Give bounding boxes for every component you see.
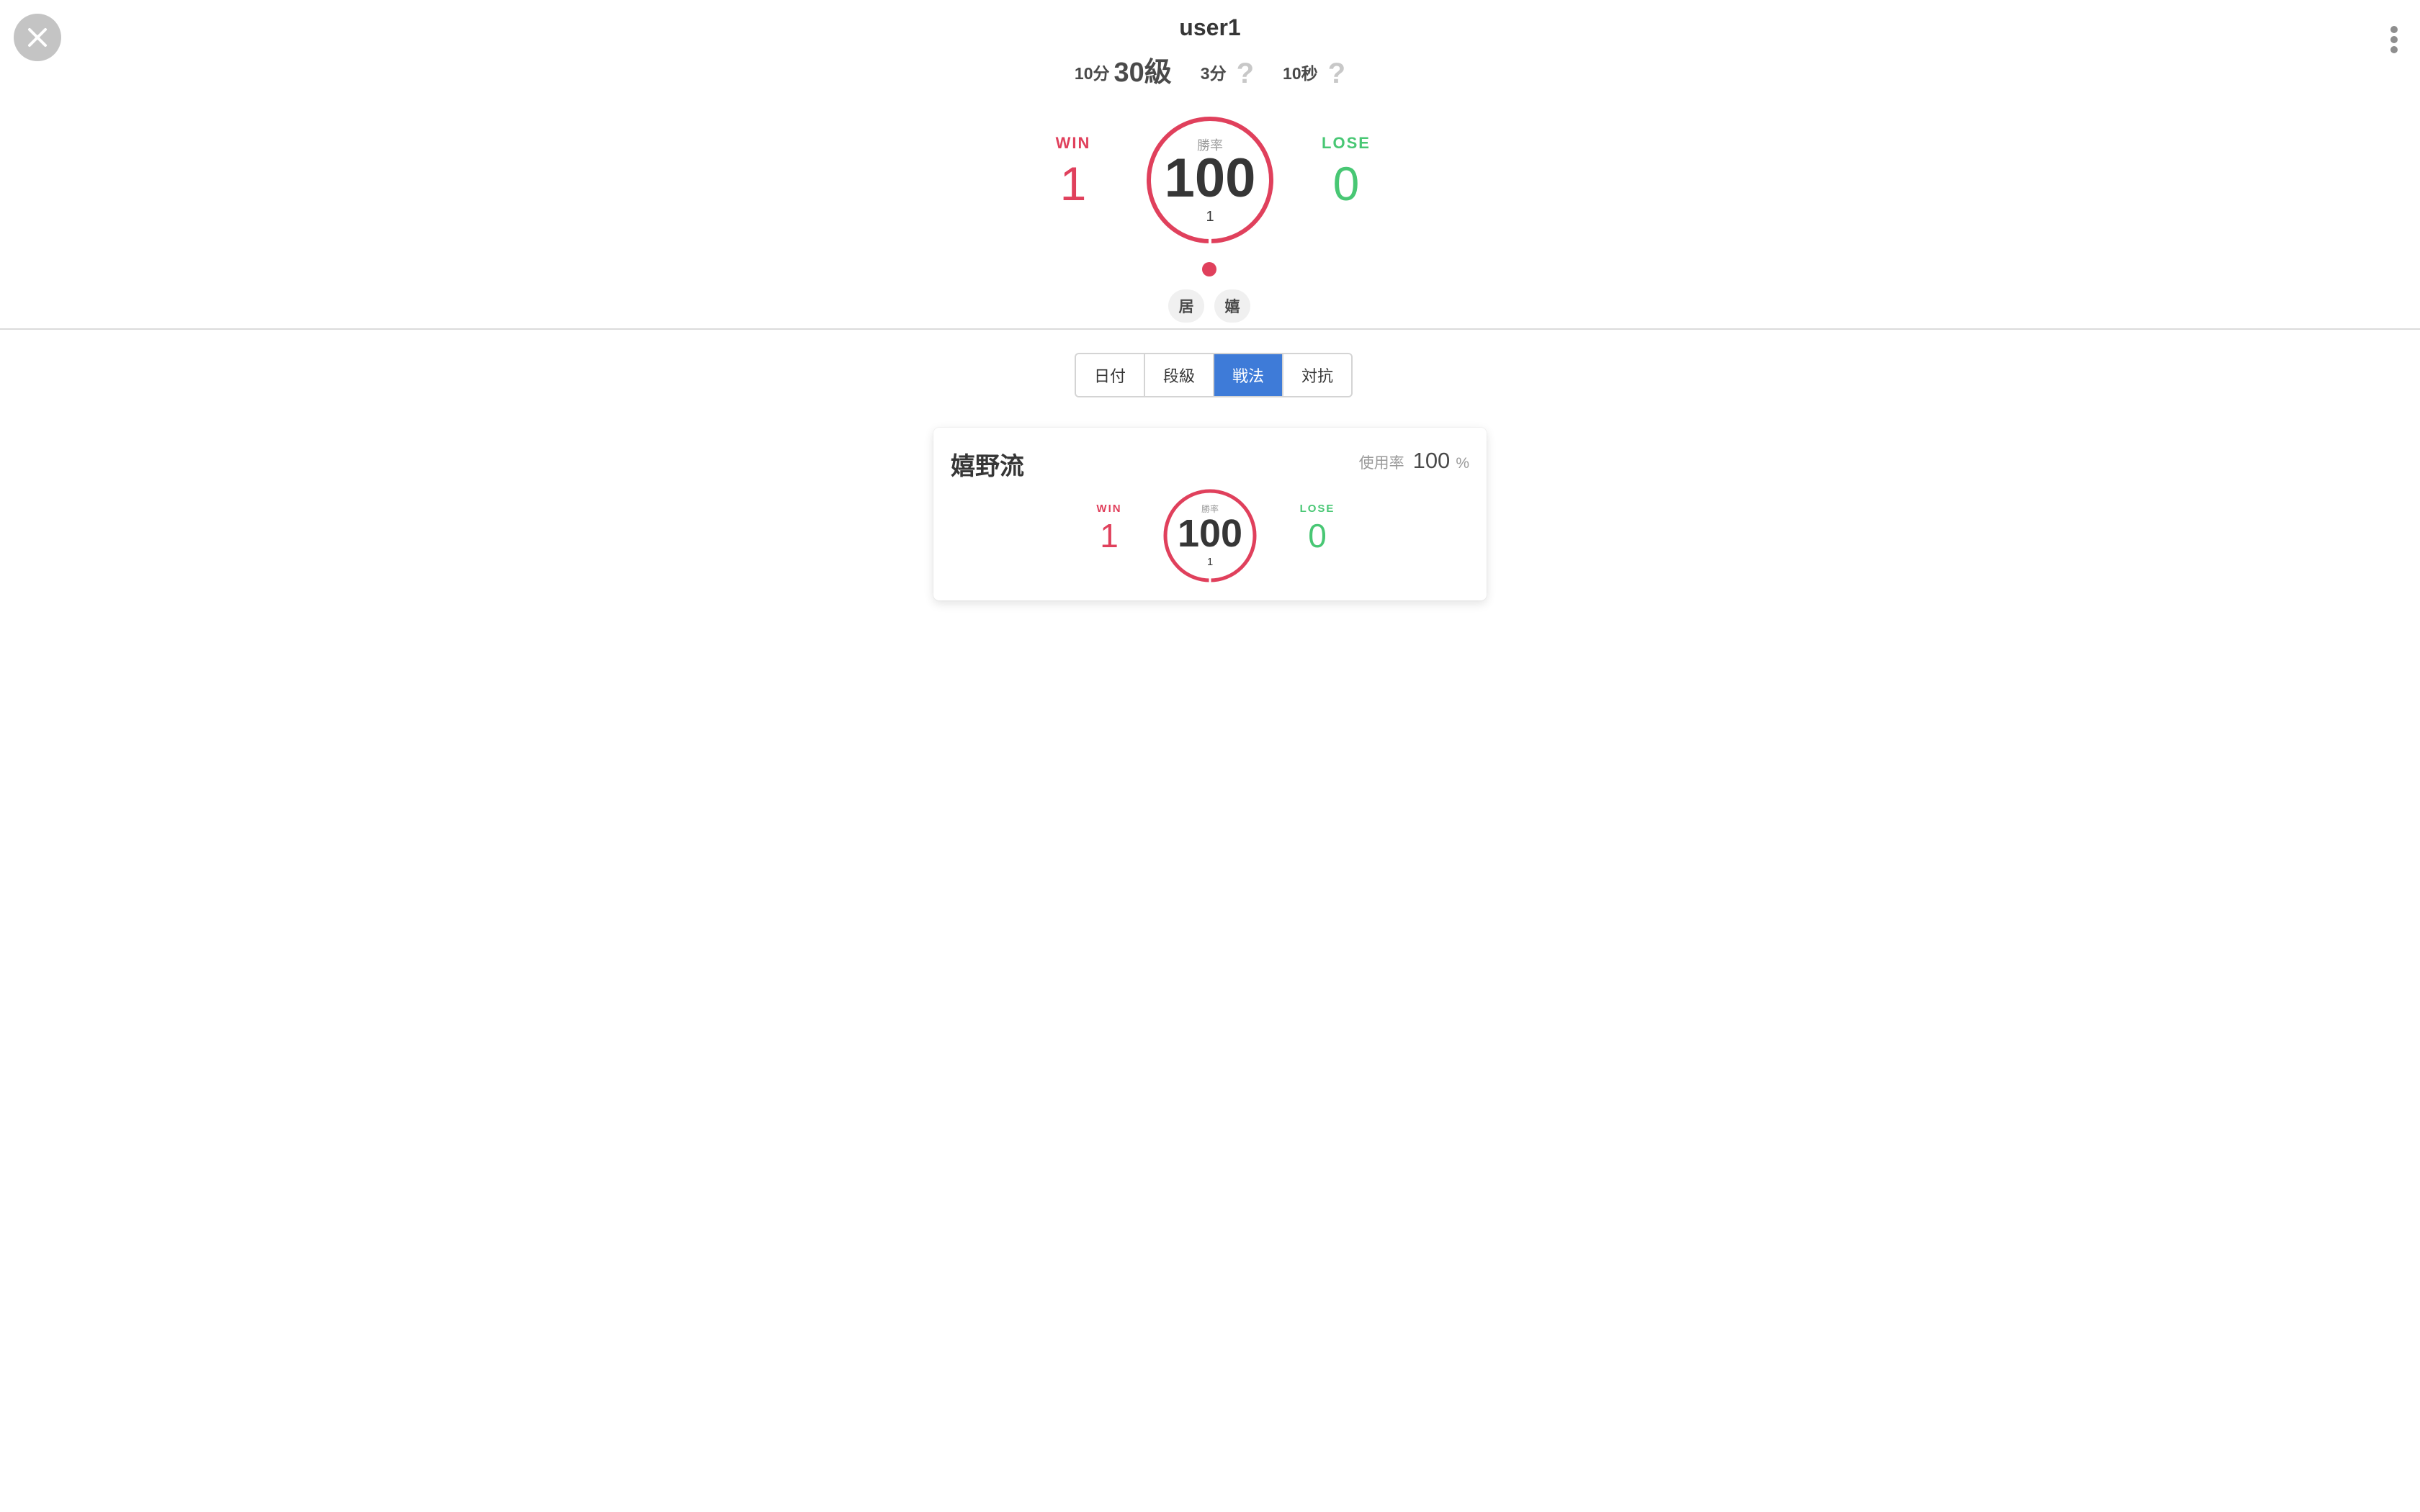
rank-unknown: ? (1327, 58, 1346, 89)
rank-rule: 10分 (1074, 64, 1110, 83)
card-win: WIN 1 (1080, 503, 1138, 552)
rank-rule: 10秒 (1283, 64, 1318, 83)
win-label: WIN (1055, 134, 1091, 152)
style-badge[interactable]: 居 (1168, 289, 1204, 323)
win-rate-value: 100 (1177, 512, 1243, 555)
win-rate-value: 100 (1164, 148, 1256, 209)
rank-unknown: ? (1236, 58, 1255, 89)
usage-rate: 使用率 100 % (1359, 448, 1469, 474)
rank-rule: 3分 (1200, 64, 1227, 83)
tactic-name: 嬉野流 (951, 453, 1024, 480)
summary-lose: LOSE 0 (1307, 134, 1386, 207)
rank-10sec: 10秒 ? (1283, 59, 1345, 88)
usage-unit: % (1456, 455, 1469, 472)
tactic-card[interactable]: 嬉野流 使用率 100 % WIN 1 勝率 100 1 LOSE 0 (933, 428, 1487, 600)
lose-count: 0 (1308, 517, 1327, 554)
summary-win: WIN 1 (1037, 134, 1109, 207)
style-badge[interactable]: 嬉 (1214, 289, 1250, 323)
tab-date[interactable]: 日付 (1076, 354, 1145, 396)
card-win-rate-ring: 勝率 100 1 (1162, 488, 1258, 583)
win-count: 1 (1059, 157, 1087, 210)
tab-tactics[interactable]: 戦法 (1214, 354, 1283, 396)
lose-label: LOSE (1322, 134, 1371, 152)
header-divider (0, 328, 2420, 330)
lose-label: LOSE (1299, 503, 1335, 515)
win-rate-sub: 1 (1206, 209, 1214, 225)
usage-label: 使用率 (1358, 455, 1404, 472)
win-count: 1 (1100, 517, 1119, 554)
lose-count: 0 (1332, 157, 1360, 210)
rank-list: 10分 30級 3分 ? 10秒 ? (0, 50, 2420, 88)
card-lose: LOSE 0 (1285, 503, 1350, 552)
user-name: user1 (1179, 14, 1241, 40)
result-win-dot (1202, 262, 1216, 276)
usage-value: 100 (1412, 448, 1451, 473)
rank-3min: 3分 ? (1201, 59, 1254, 88)
rank-value: 30級 (1113, 58, 1172, 88)
rank-10min: 10分 30級 (1075, 59, 1172, 88)
win-rate-ring: 勝率 100 1 (1145, 115, 1275, 245)
tab-group: 日付 段級 戦法 対抗 (1075, 353, 1353, 397)
tab-rank[interactable]: 段級 (1145, 354, 1214, 396)
tab-opponent[interactable]: 対抗 (1283, 354, 1351, 396)
win-rate-sub: 1 (1206, 556, 1214, 568)
win-label: WIN (1096, 503, 1122, 515)
